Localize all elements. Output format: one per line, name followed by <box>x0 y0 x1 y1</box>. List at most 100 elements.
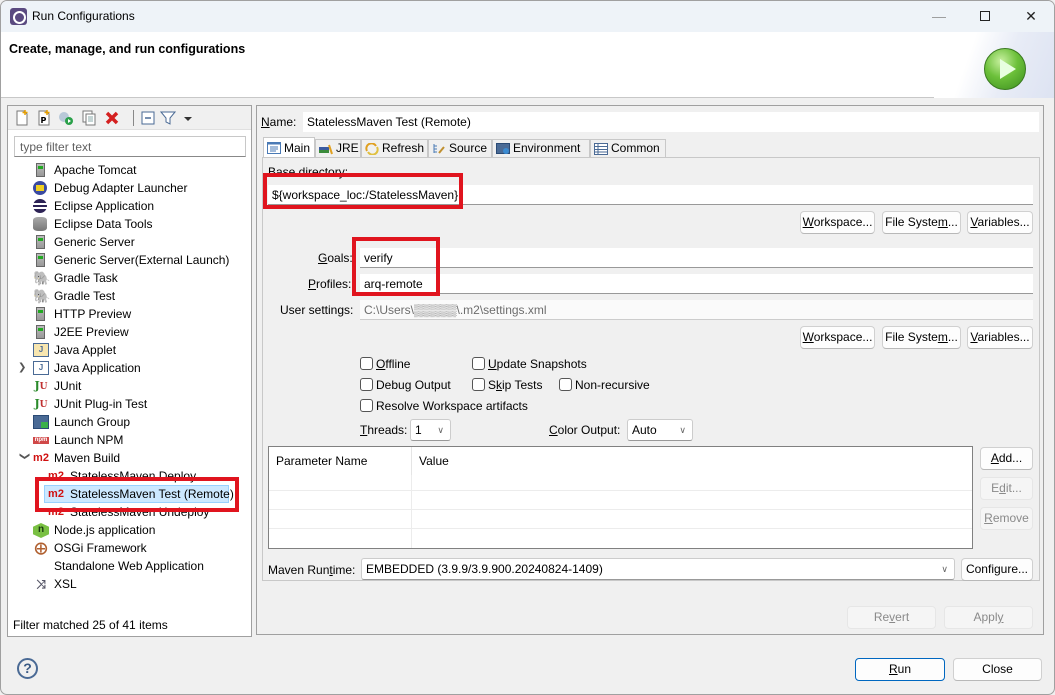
launch-group-icon <box>33 415 49 429</box>
tab-main[interactable]: Main <box>263 137 315 158</box>
tree-item-nodejs-application[interactable]: n Node.js application <box>8 521 251 539</box>
threads-label: Threads: <box>360 423 408 437</box>
tree-item-statelessmaven-deploy[interactable]: m2 StatelessMaven Deploy <box>8 467 251 485</box>
base-file-system-button[interactable]: File System... <box>882 211 961 234</box>
skip-tests-checkbox[interactable]: Skip Tests <box>472 377 542 393</box>
tree-item-j2ee-preview[interactable]: J2EE Preview <box>8 323 251 341</box>
threads-select[interactable]: 1 ∨ <box>410 419 451 441</box>
gradle-elephant-light-icon: 🐘 <box>33 288 51 304</box>
junit-plugin-icon: JU <box>34 397 48 410</box>
minimize-button[interactable]: — <box>916 1 962 32</box>
name-label: Name: <box>261 115 297 129</box>
tree-item-eclipse-data-tools[interactable]: Eclipse Data Tools <box>8 215 251 233</box>
maven-runtime-select[interactable]: EMBEDDED (3.9.9/3.9.900.20240824-1409) ∨ <box>361 558 955 580</box>
dropdown-icon[interactable] <box>180 110 196 126</box>
goals-input[interactable]: verify <box>360 248 1033 268</box>
base-variables-button[interactable]: Variables... <box>967 211 1033 234</box>
junit-icon: JU <box>34 379 48 392</box>
tree-item-gradle-task[interactable]: 🐘 Gradle Task <box>8 269 251 287</box>
filter-status: Filter matched 25 of 41 items <box>13 618 168 632</box>
tree-item-gradle-test[interactable]: 🐘 Gradle Test <box>8 287 251 305</box>
tree-item-standalone-web-application[interactable]: Standalone Web Application <box>8 557 251 575</box>
profiles-label: Profiles: <box>308 277 352 291</box>
run-icon <box>984 48 1026 90</box>
column-header-value[interactable]: Value <box>411 447 971 475</box>
help-icon[interactable]: ? <box>17 658 38 679</box>
dialog-banner: Create, manage, and run configurations <box>1 32 1054 98</box>
eclipse-app-icon <box>10 8 27 25</box>
remove-parameter-button[interactable]: Remove <box>980 507 1033 530</box>
tab-refresh[interactable]: Refresh <box>361 139 428 158</box>
environment-icon <box>496 143 510 154</box>
settings-variables-button[interactable]: Variables... <box>967 326 1033 349</box>
tab-source[interactable]: Source <box>428 139 492 158</box>
add-parameter-button[interactable]: Add... <box>980 447 1033 470</box>
tree-item-junit-plugin-test[interactable]: JU JUnit Plug-in Test <box>8 395 251 413</box>
filter-icon[interactable] <box>160 110 176 126</box>
user-settings-input[interactable]: C:\Users\▒▒▒▒▒\.m2\settings.xml <box>360 300 1033 320</box>
name-input[interactable] <box>303 112 1039 132</box>
tree-item-debug-adapter-launcher[interactable]: Debug Adapter Launcher <box>8 179 251 197</box>
java-application-icon: J <box>33 361 49 375</box>
tree-item-launch-npm[interactable]: npm Launch NPM <box>8 431 251 449</box>
tree-item-apache-tomcat[interactable]: Apache Tomcat <box>8 161 251 179</box>
collapse-chevron-icon[interactable]: ❯ <box>15 452 33 464</box>
tree-item-generic-server-external[interactable]: Generic Server(External Launch) <box>8 251 251 269</box>
filter-input[interactable] <box>14 136 246 157</box>
run-button[interactable]: Run <box>855 658 945 681</box>
maximize-icon <box>980 11 990 21</box>
apply-button[interactable]: Apply <box>944 606 1033 629</box>
npm-icon: npm <box>33 437 49 444</box>
settings-workspace-button[interactable]: Workspace... <box>800 326 875 349</box>
title-bar: Run Configurations — ✕ <box>1 1 1054 32</box>
svg-text:P: P <box>41 116 47 125</box>
eclipse-icon <box>33 199 47 213</box>
edit-parameter-button[interactable]: Edit... <box>980 477 1033 500</box>
color-output-label: Color Output: <box>549 423 621 437</box>
tab-jre[interactable]: JRE <box>315 139 361 158</box>
tree-item-launch-group[interactable]: Launch Group <box>8 413 251 431</box>
tree-item-eclipse-application[interactable]: Eclipse Application <box>8 197 251 215</box>
configure-runtime-button[interactable]: Configure... <box>961 558 1033 581</box>
tree-item-statelessmaven-undeploy[interactable]: m2 StatelessMaven Undeploy <box>8 503 251 521</box>
close-button[interactable]: Close <box>953 658 1042 681</box>
duplicate-icon[interactable] <box>81 110 97 126</box>
delete-icon[interactable] <box>104 110 120 126</box>
maximize-button[interactable] <box>962 1 1008 32</box>
tree-item-http-preview[interactable]: HTTP Preview <box>8 305 251 323</box>
color-output-select[interactable]: Auto ∨ <box>627 419 693 441</box>
expand-chevron-icon[interactable]: ❯ <box>18 359 30 377</box>
tree-item-java-applet[interactable]: J Java Applet <box>8 341 251 359</box>
profiles-input[interactable]: arq-remote <box>360 274 1033 294</box>
tree-item-generic-server[interactable]: Generic Server <box>8 233 251 251</box>
parameter-table[interactable]: Parameter Name Value <box>268 446 973 549</box>
tree-item-xsl[interactable]: ⤨ XSL <box>8 575 251 593</box>
tree-item-maven-build[interactable]: ❯ m2 Maven Build <box>8 449 251 467</box>
new-file-icon[interactable] <box>14 110 30 126</box>
debug-output-checkbox[interactable]: Debug Output <box>360 377 451 393</box>
tab-common[interactable]: Common <box>590 139 666 158</box>
chevron-down-icon: ∨ <box>437 425 444 435</box>
new-prototype-icon[interactable]: P <box>36 110 52 126</box>
offline-checkbox[interactable]: Offline <box>360 356 410 372</box>
tree-item-java-application[interactable]: ❯ J Java Application <box>8 359 251 377</box>
tree-item-junit[interactable]: JU JUnit <box>8 377 251 395</box>
tree-item-statelessmaven-test-remote[interactable]: m2 StatelessMaven Test (Remote) <box>8 485 251 503</box>
checkbox-box <box>360 399 373 412</box>
tab-environment[interactable]: Environment <box>492 139 590 158</box>
source-icon <box>433 144 445 154</box>
settings-file-system-button[interactable]: File System... <box>882 326 961 349</box>
export-icon[interactable] <box>58 110 74 126</box>
resolve-workspace-artifacts-checkbox[interactable]: Resolve Workspace artifacts <box>360 398 528 414</box>
base-workspace-button[interactable]: Workspace... <box>800 211 875 234</box>
update-snapshots-checkbox[interactable]: Update Snapshots <box>472 356 587 372</box>
close-window-button[interactable]: ✕ <box>1008 1 1054 32</box>
m2-icon: m2 <box>48 488 64 500</box>
base-directory-input[interactable]: ${workspace_loc:/StatelessMaven} <box>268 185 1033 205</box>
column-header-parameter-name[interactable]: Parameter Name <box>269 447 411 475</box>
revert-button[interactable]: Revert <box>847 606 936 629</box>
collapse-all-icon[interactable] <box>140 110 156 126</box>
non-recursive-checkbox[interactable]: Non-recursive <box>559 377 650 393</box>
tree-item-osgi-framework[interactable]: ⨁ OSGi Framework <box>8 539 251 557</box>
m2-icon: m2 <box>48 470 64 482</box>
